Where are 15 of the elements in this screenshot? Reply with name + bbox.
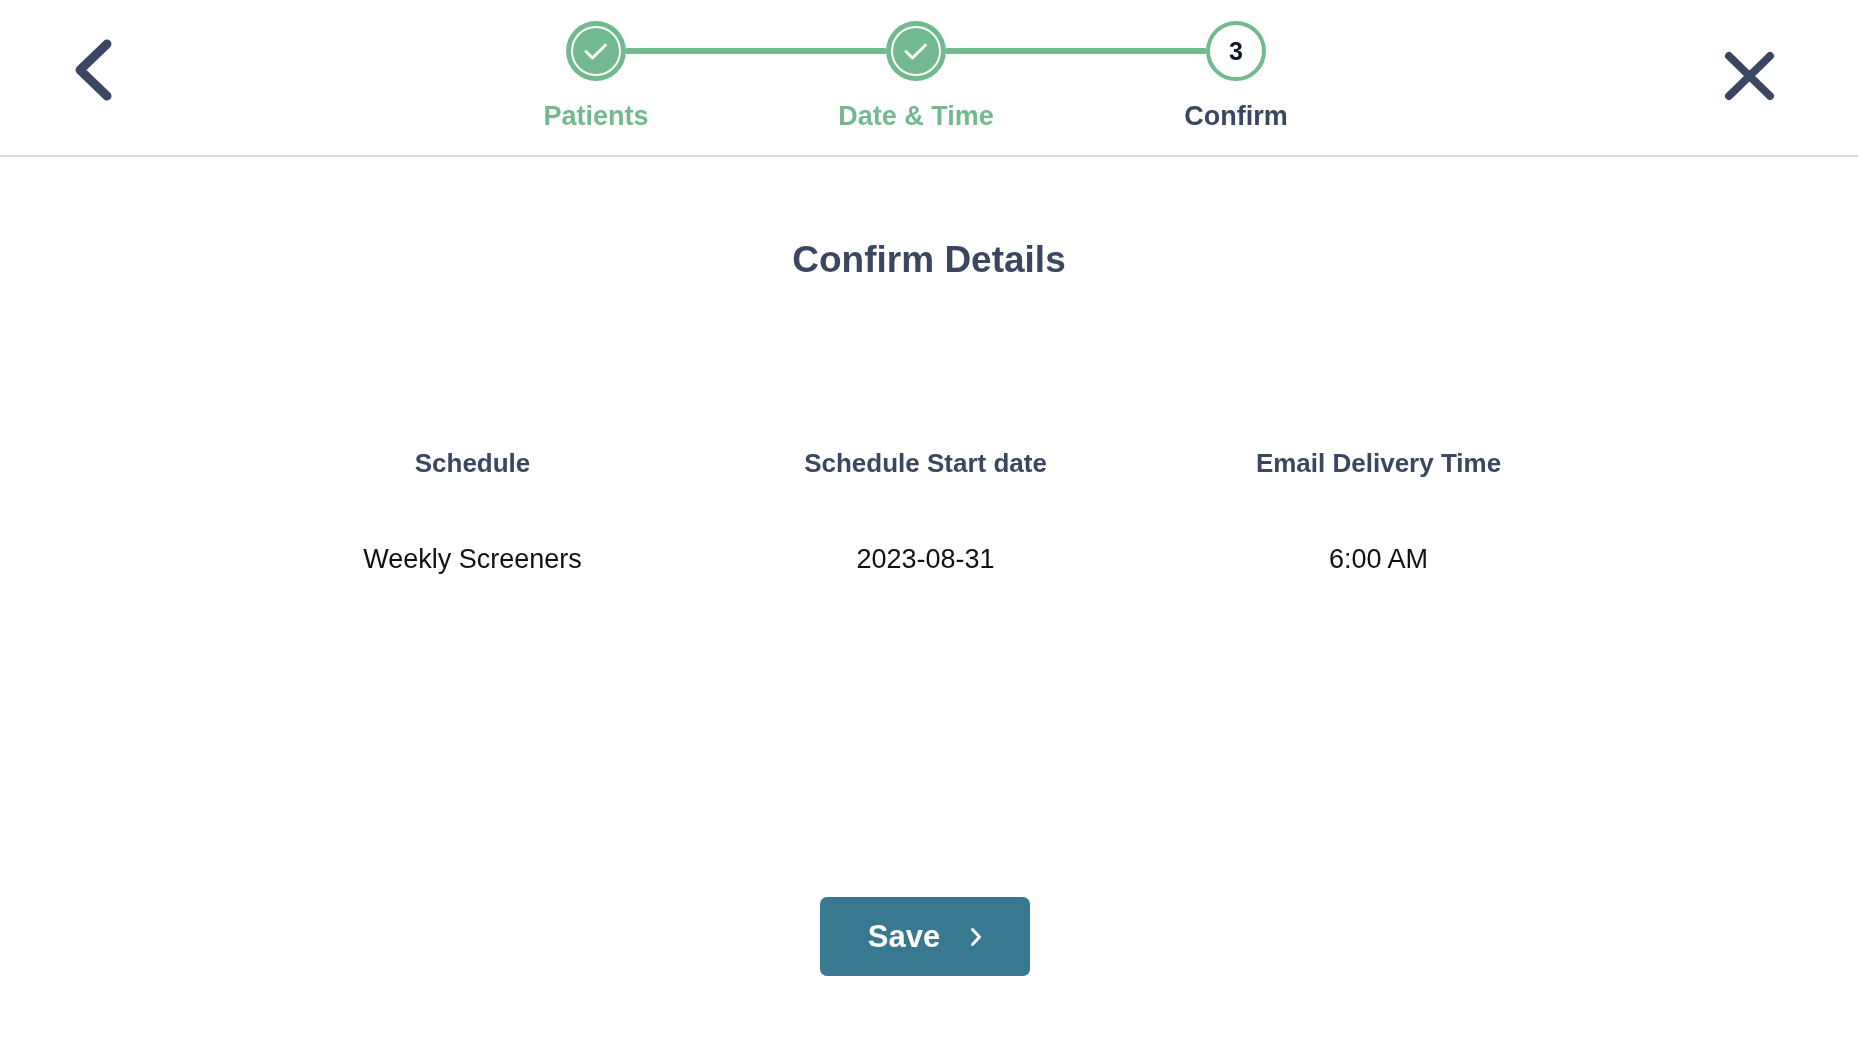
save-button[interactable]: Save [820,897,1030,976]
column-value: 6:00 AM [1328,543,1429,575]
step-label: Date & Time [838,100,994,132]
step-label: Confirm [1184,100,1288,132]
step-label: Patients [543,100,649,132]
column-value: 2023-08-31 [856,543,995,575]
column-value: Weekly Screeners [363,543,582,575]
page-title: Confirm Details [792,238,1066,282]
column-heading: Schedule Start date [804,447,1047,479]
chevron-right-icon [970,926,983,947]
column-heading: Schedule [414,447,531,479]
step-number: 3 [1206,21,1266,81]
close-icon [1724,51,1775,101]
chevron-left-icon [73,39,113,101]
column-heading: Email Delivery Time [1255,447,1502,479]
